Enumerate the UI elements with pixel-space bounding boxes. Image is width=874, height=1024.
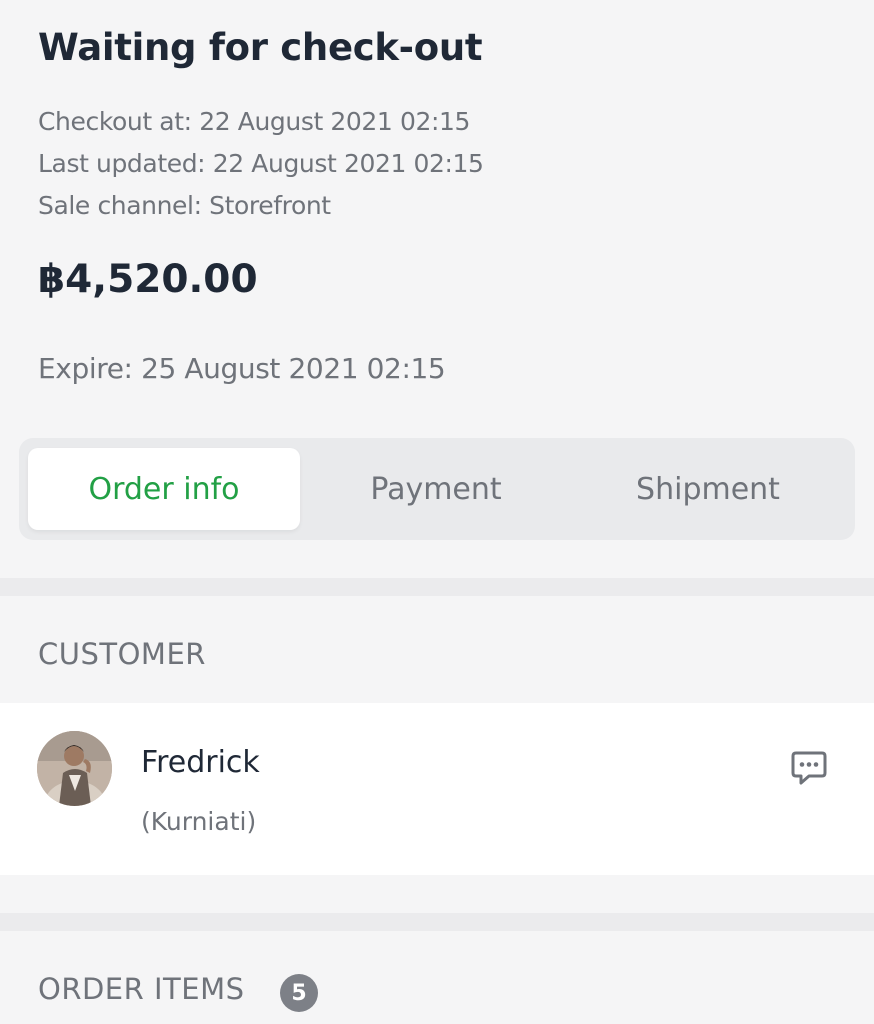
section-divider (0, 913, 874, 931)
customer-section-heading: CUSTOMER (38, 637, 206, 671)
avatar (37, 731, 112, 806)
last-updated-text: Last updated: 22 August 2021 02:15 (38, 149, 484, 178)
chat-bubble-icon (789, 747, 829, 791)
tab-shipment[interactable]: Shipment (572, 448, 844, 530)
chat-button[interactable] (786, 746, 832, 792)
customer-card[interactable]: Fredrick (Kurniati) (0, 703, 874, 875)
order-items-section-heading: ORDER ITEMS (38, 972, 245, 1006)
order-total-price: ฿4,520.00 (38, 257, 258, 302)
expire-text: Expire: 25 August 2021 02:15 (38, 352, 446, 385)
sale-channel-text: Sale channel: Storefront (38, 191, 331, 220)
checkout-at-text: Checkout at: 22 August 2021 02:15 (38, 107, 471, 136)
order-status-title: Waiting for check-out (38, 26, 483, 69)
tab-order-info[interactable]: Order info (28, 448, 300, 530)
customer-alias: (Kurniati) (141, 807, 257, 836)
section-divider (0, 578, 874, 596)
order-items-count-badge: 5 (280, 974, 318, 1012)
tab-payment[interactable]: Payment (300, 448, 572, 530)
customer-name: Fredrick (141, 745, 260, 780)
order-detail-screen: Waiting for check-out Checkout at: 22 Au… (0, 0, 874, 1024)
order-tabs: Order info Payment Shipment (19, 438, 855, 540)
